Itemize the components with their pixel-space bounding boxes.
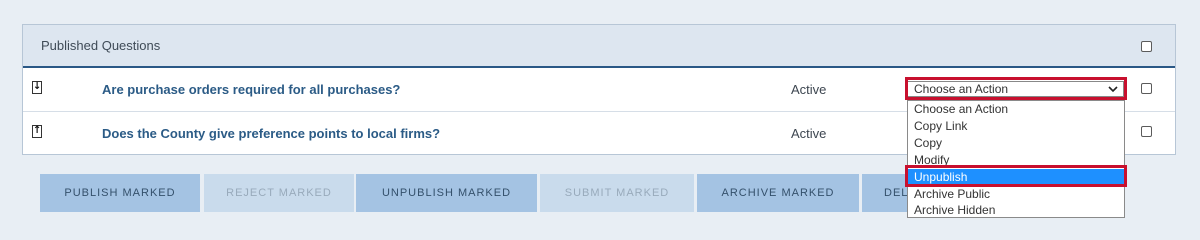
publish-marked-button[interactable]: PUBLISH MARKED (40, 174, 200, 212)
question-text: Does the County give preference points t… (102, 126, 441, 141)
action-option[interactable]: Choose an Action (908, 101, 1124, 118)
status-text: Active (791, 82, 827, 97)
status-text: Active (791, 126, 827, 141)
action-option[interactable]: Copy (908, 135, 1124, 152)
chevron-down-icon (1108, 82, 1118, 101)
panel-title: Published Questions (41, 38, 161, 53)
unpublish-marked-button[interactable]: UNPUBLISH MARKED (356, 174, 537, 212)
up-arrow-icon[interactable]: ↑ (32, 125, 42, 138)
down-arrow-icon[interactable]: ↓ (32, 81, 42, 94)
action-option-unpublish[interactable]: Unpublish (908, 169, 1124, 186)
row-checkbox[interactable] (1141, 126, 1152, 137)
action-option[interactable]: Modify (908, 152, 1124, 169)
action-option[interactable]: Copy Link (908, 118, 1124, 135)
row-checkbox[interactable] (1141, 83, 1152, 94)
action-option[interactable]: Archive Hidden (908, 202, 1124, 219)
question-text: Are purchase orders required for all pur… (102, 82, 401, 97)
submit-marked-button[interactable]: SUBMIT MARKED (540, 174, 694, 212)
archive-marked-button[interactable]: ARCHIVE MARKED (697, 174, 859, 212)
action-option[interactable]: Archive Public (908, 186, 1124, 203)
reject-marked-button[interactable]: REJECT MARKED (204, 174, 354, 212)
action-dropdown-list: Choose an Action Copy Link Copy Modify U… (907, 100, 1125, 218)
action-select[interactable]: Choose an Action (907, 81, 1124, 97)
panel-header: Published Questions (23, 25, 1175, 68)
select-all-checkbox[interactable] (1141, 41, 1152, 52)
action-select-value: Choose an Action (914, 82, 1009, 96)
